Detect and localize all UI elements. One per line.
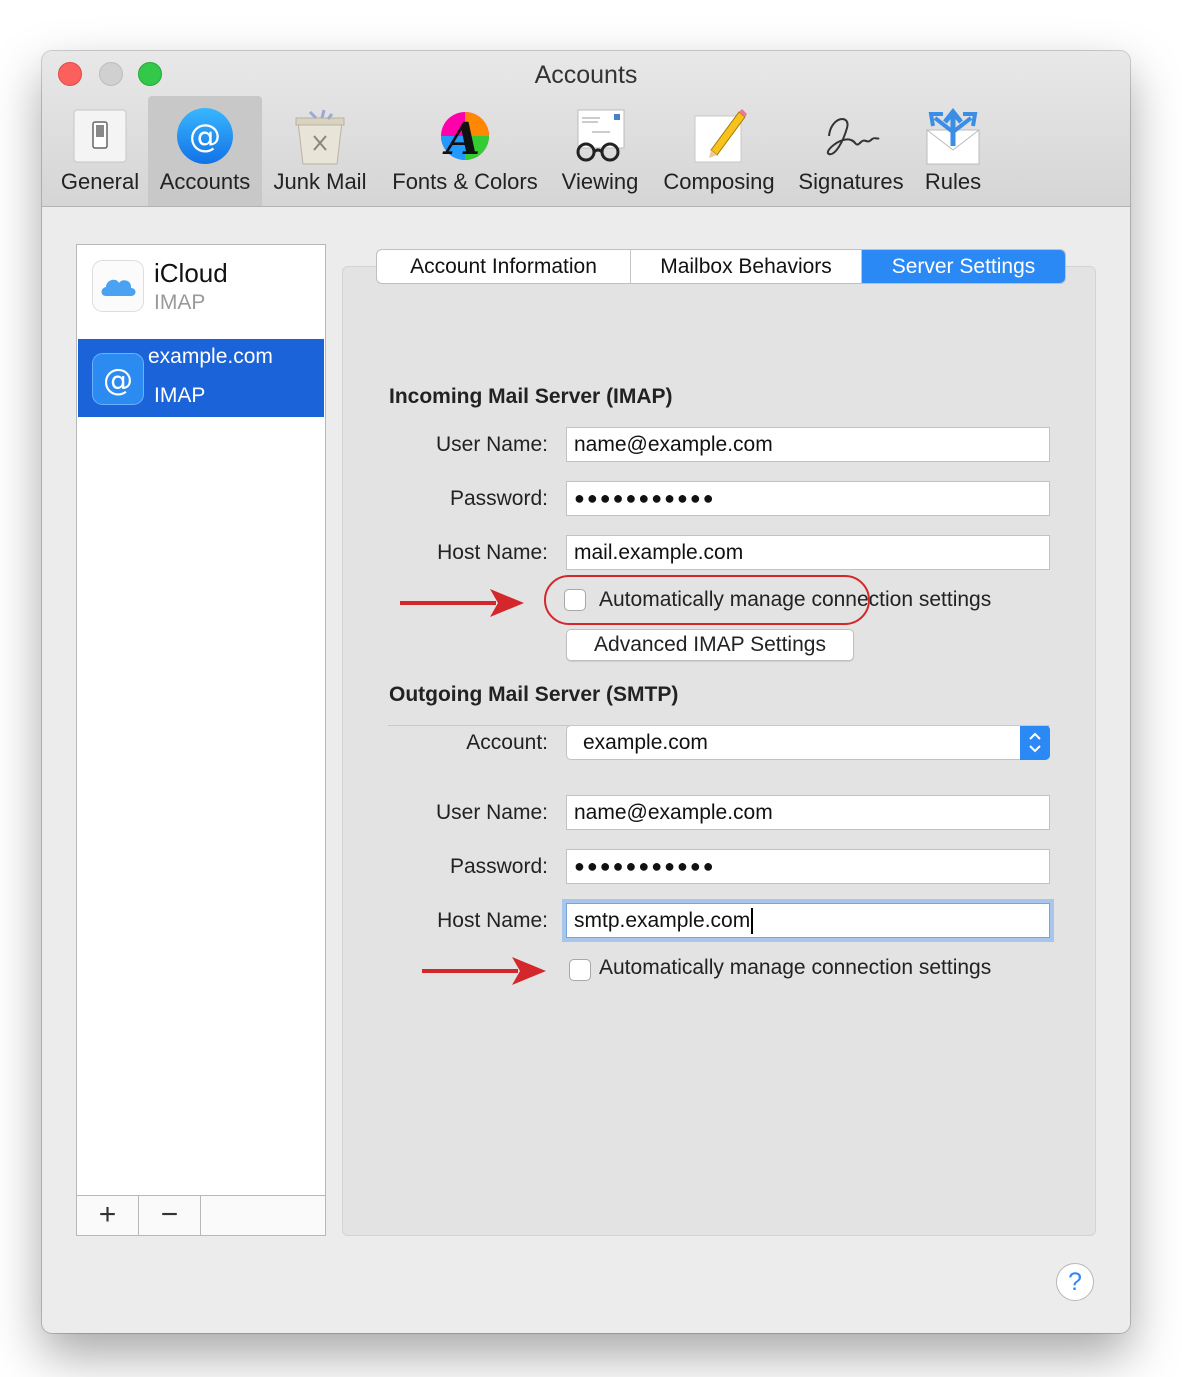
toolbar-item-junk-mail[interactable]: Junk Mail	[264, 96, 376, 206]
toolbar-label: Composing	[663, 169, 775, 194]
toolbar-item-composing[interactable]: Composing	[654, 96, 784, 206]
help-button[interactable]: ?	[1056, 1263, 1094, 1301]
toolbar-label: Signatures	[798, 169, 904, 194]
account-type: IMAP	[154, 384, 206, 407]
outgoing-account-value: example.com	[583, 731, 708, 754]
incoming-username-field[interactable]: name@example.com	[566, 427, 1050, 462]
tab-mailbox-behaviors[interactable]: Mailbox Behaviors	[631, 250, 862, 283]
incoming-section-title: Incoming Mail Server (IMAP)	[389, 385, 673, 408]
account-tabs: Account Information Mailbox Behaviors Se…	[376, 249, 1066, 284]
at-sign-icon: @	[177, 108, 233, 164]
outgoing-account-label: Account:	[466, 731, 548, 754]
at-sign-icon: @	[92, 353, 144, 405]
incoming-username-label: User Name:	[435, 433, 548, 456]
outgoing-account-select[interactable]: example.com	[566, 725, 1050, 760]
annotation-arrow-icon	[422, 957, 546, 985]
toolbar-item-signatures[interactable]: Signatures	[790, 96, 912, 206]
toolbar-label: Accounts	[159, 169, 251, 194]
annotation-arrow-icon	[400, 589, 524, 617]
toolbar-item-accounts[interactable]: @ Accounts	[148, 96, 262, 206]
remove-account-button[interactable]: −	[139, 1196, 201, 1235]
account-list-controls: + −	[77, 1195, 325, 1235]
svg-text:@: @	[103, 363, 133, 398]
svg-text:A: A	[442, 114, 480, 165]
outgoing-hostname-value: smtp.example.com	[574, 909, 751, 932]
envelope-arrows-icon	[926, 107, 980, 165]
outgoing-section-title: Outgoing Mail Server (SMTP)	[389, 683, 679, 706]
account-type: IMAP	[154, 291, 206, 314]
toolbar-item-fonts-colors[interactable]: A Fonts & Colors	[382, 96, 548, 206]
advanced-imap-settings-button[interactable]: Advanced IMAP Settings	[566, 629, 854, 661]
account-name: iCloud	[154, 258, 228, 288]
incoming-hostname-field[interactable]: mail.example.com	[566, 535, 1050, 570]
toolbar-label: Rules	[924, 169, 982, 194]
font-color-wheel-icon: A	[441, 112, 489, 165]
incoming-password-label: Password:	[449, 487, 548, 510]
tab-server-settings[interactable]: Server Settings	[862, 250, 1065, 283]
account-row-example-com[interactable]: @ example.com IMAP	[78, 339, 324, 417]
section-divider	[388, 725, 1050, 726]
glasses-letter-icon	[576, 109, 625, 162]
toolbar-item-viewing[interactable]: Viewing	[554, 96, 646, 206]
annotation-highlight-oval	[544, 575, 870, 625]
pencil-paper-icon	[694, 109, 747, 163]
preferences-content: iCloud IMAP @ example.com IMAP + − Accou…	[42, 208, 1130, 1333]
text-cursor	[751, 908, 754, 935]
cloud-icon	[92, 260, 144, 312]
signature-icon	[826, 118, 880, 156]
outgoing-hostname-field[interactable]: smtp.example.com	[566, 903, 1050, 938]
svg-text:@: @	[189, 117, 221, 155]
outgoing-hostname-label: Host Name:	[437, 909, 548, 932]
trash-bin-icon	[295, 109, 345, 165]
toolbar-label: Junk Mail	[273, 169, 367, 194]
toolbar-label: Fonts & Colors	[392, 169, 538, 194]
toolbar-item-general[interactable]: General	[54, 96, 146, 206]
outgoing-auto-manage-label: Automatically manage connection settings	[599, 956, 992, 979]
add-account-button[interactable]: +	[77, 1196, 139, 1235]
tab-account-information[interactable]: Account Information	[377, 250, 631, 283]
window-title: Accounts	[534, 61, 638, 89]
toolbar-label: Viewing	[561, 169, 639, 194]
toolbar-label: General	[60, 169, 140, 194]
incoming-hostname-label: Host Name:	[437, 541, 548, 564]
toolbar-item-rules[interactable]: Rules	[918, 96, 988, 206]
account-name: example.com	[148, 345, 273, 368]
titlebar: Accounts General @ Accounts Junk Mail A …	[42, 51, 1130, 207]
accounts-preferences-window: Accounts General @ Accounts Junk Mail A …	[42, 51, 1130, 1333]
outgoing-username-field[interactable]: name@example.com	[566, 795, 1050, 830]
account-row-icloud[interactable]: iCloud IMAP	[78, 246, 324, 324]
outgoing-auto-manage-checkbox[interactable]	[569, 959, 591, 981]
outgoing-username-label: User Name:	[435, 801, 548, 824]
switch-icon	[73, 109, 127, 163]
incoming-password-field[interactable]: ●●●●●●●●●●●	[566, 481, 1050, 516]
outgoing-password-field[interactable]: ●●●●●●●●●●●	[566, 849, 1050, 884]
chevron-up-down-icon	[1020, 725, 1050, 760]
outgoing-password-label: Password:	[449, 855, 548, 878]
accounts-list: iCloud IMAP @ example.com IMAP + −	[76, 244, 326, 1236]
